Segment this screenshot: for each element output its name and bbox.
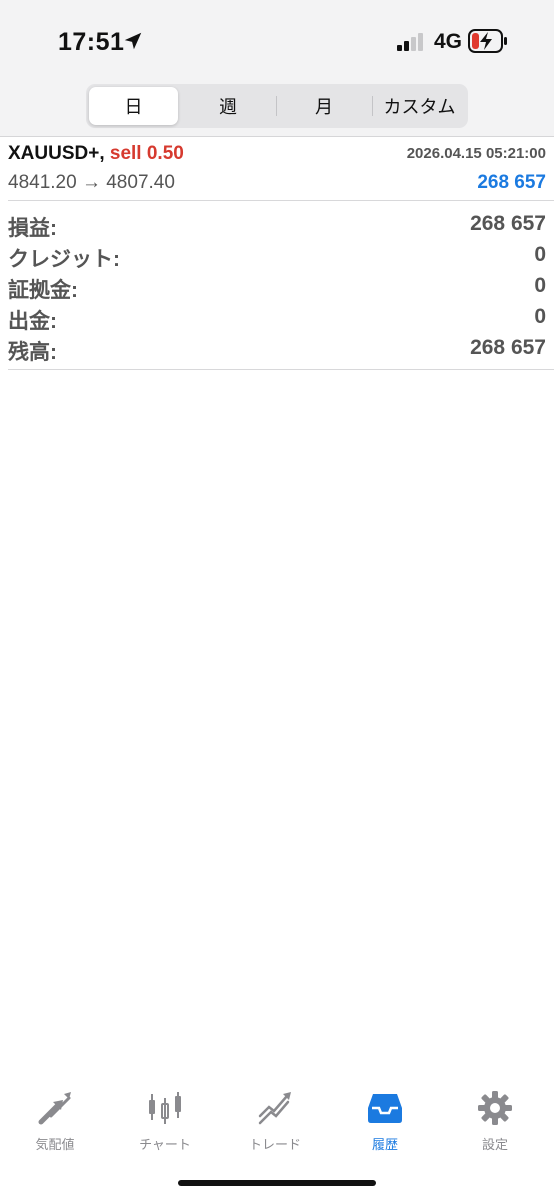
tab-trade[interactable]: トレード — [220, 1082, 330, 1162]
period-segmented-control: 日 週 月 カスタム — [86, 84, 468, 128]
deal-datetime: 2026.04.15 05:21:00 — [406, 145, 546, 162]
tab-day[interactable]: 日 — [89, 87, 178, 125]
status-bar: 17:51 4G — [0, 0, 554, 80]
deal-row[interactable]: XAUUSD+, sell 0.50 2026.04.15 05:21:00 4… — [0, 137, 554, 201]
summary-row-margin: 証拠金: 0 — [8, 274, 546, 302]
history-inbox-icon — [368, 1094, 402, 1123]
home-indicator[interactable] — [178, 1180, 376, 1186]
candlestick-chart-icon — [149, 1092, 181, 1124]
tab-chart[interactable]: チャート — [110, 1082, 220, 1162]
divider — [8, 369, 554, 370]
tab-quotes[interactable]: 気配値 — [0, 1082, 110, 1162]
divider — [8, 200, 554, 201]
gear-icon — [478, 1091, 512, 1125]
summary-row-credit: クレジット: 0 — [8, 243, 546, 271]
deal-profit: 268 657 — [477, 172, 546, 193]
tab-month[interactable]: 月 — [278, 87, 370, 125]
summary-row-balance: 残高: 268 657 — [8, 336, 546, 364]
status-time: 17:51 — [58, 28, 125, 56]
quotes-arrows-icon — [38, 1092, 71, 1125]
location-arrow-icon — [124, 32, 142, 50]
trade-trend-icon — [258, 1092, 291, 1125]
tab-custom[interactable]: カスタム — [374, 87, 465, 125]
summary-row-withdrawal: 出金: 0 — [8, 305, 546, 333]
network-type: 4G — [434, 30, 463, 53]
cellular-signal-icon — [397, 33, 423, 51]
deal-symbol: XAUUSD+, sell 0.50 — [8, 143, 184, 164]
header-area: 17:51 4G 日 週 月 カスタム — [0, 0, 554, 137]
segment-divider — [276, 96, 277, 116]
segment-divider — [372, 96, 373, 116]
tab-settings[interactable]: 設定 — [440, 1082, 550, 1162]
tab-history[interactable]: 履歴 — [330, 1082, 440, 1162]
deal-prices: 4841.20 → 4807.40 — [8, 172, 175, 193]
deal-side: sell 0.50 — [109, 143, 184, 164]
battery-charging-icon — [468, 29, 507, 53]
summary-row-profit: 損益: 268 657 — [8, 212, 546, 240]
tab-week[interactable]: 週 — [182, 87, 274, 125]
